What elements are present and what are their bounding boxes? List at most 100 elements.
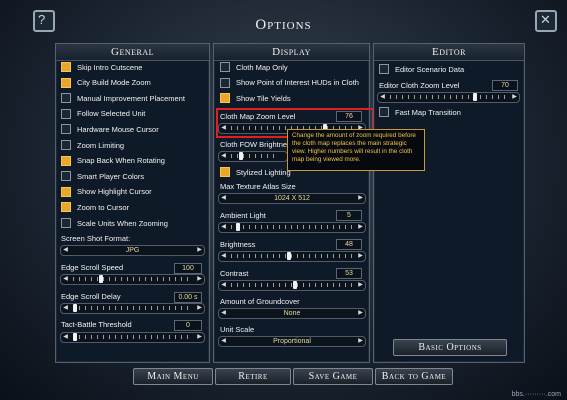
checkbox-label: Snap Back When Rotating: [77, 156, 165, 166]
arrow-right-icon[interactable]: ▶: [195, 333, 204, 342]
max-texture-value: 1024 X 512: [274, 195, 310, 202]
stylized-lighting-checkbox[interactable]: Stylized Lighting: [220, 166, 291, 178]
edge-scroll-speed-label: Edge Scroll Speed: [61, 263, 124, 272]
checkbox[interactable]: [61, 124, 71, 135]
contrast-slider[interactable]: ◀ ▶: [218, 280, 366, 291]
checkbox-label: Stylized Lighting: [236, 167, 291, 177]
checkbox-label: Scale Units When Zooming: [77, 218, 168, 228]
editor-header: Editor: [374, 44, 524, 61]
screenshot-format-select[interactable]: ◀ JPG ▶: [60, 245, 205, 256]
slider-thumb[interactable]: [73, 333, 77, 341]
fast-map-transition-checkbox[interactable]: Fast Map Transition: [379, 106, 461, 118]
general-checkbox-2[interactable]: Manual Improvement Placement: [61, 92, 185, 104]
display-checkbox-2[interactable]: Show Tile Yields: [220, 92, 291, 104]
checkbox[interactable]: [61, 171, 71, 182]
contrast-label: Contrast: [220, 269, 249, 278]
tact-battle-threshold-slider[interactable]: ◀ ▶: [60, 332, 205, 343]
groundcover-select[interactable]: ◀ None ▶: [218, 308, 366, 319]
general-checkbox-10[interactable]: Scale Units When Zooming: [61, 217, 168, 229]
checkbox[interactable]: [220, 62, 230, 72]
general-checkbox-9[interactable]: Zoom to Cursor: [61, 201, 129, 213]
arrow-right-icon[interactable]: ▶: [356, 194, 365, 203]
arrow-left-icon[interactable]: ◀: [219, 337, 228, 346]
slider-thumb[interactable]: [293, 281, 297, 289]
arrow-left-icon[interactable]: ◀: [219, 152, 228, 161]
retire-button[interactable]: Retire: [215, 368, 291, 385]
checkbox-label: Zoom Limiting: [77, 140, 125, 150]
checkbox[interactable]: [220, 77, 230, 88]
tact-battle-threshold-value: 0: [174, 320, 202, 331]
checkbox[interactable]: [220, 167, 230, 177]
checkbox[interactable]: [61, 93, 71, 104]
checkbox[interactable]: [61, 218, 71, 228]
groundcover-value: None: [283, 310, 301, 317]
edge-scroll-delay-value: 0.00 s: [174, 292, 202, 303]
checkbox[interactable]: [61, 202, 71, 213]
arrow-left-icon[interactable]: ◀: [219, 223, 228, 232]
back-to-game-button[interactable]: Back to Game: [375, 368, 453, 385]
checkbox[interactable]: [61, 62, 71, 72]
arrow-right-icon[interactable]: ▶: [195, 246, 204, 255]
arrow-right-icon[interactable]: ▶: [356, 252, 365, 261]
arrow-left-icon[interactable]: ◀: [219, 309, 228, 318]
checkbox[interactable]: [379, 64, 389, 74]
arrow-left-icon[interactable]: ◀: [61, 246, 70, 255]
general-checkbox-3[interactable]: Follow Selected Unit: [61, 108, 145, 120]
arrow-right-icon[interactable]: ▶: [356, 281, 365, 290]
arrow-right-icon[interactable]: ▶: [356, 337, 365, 346]
slider-thumb[interactable]: [99, 275, 103, 283]
arrow-left-icon[interactable]: ◀: [61, 304, 70, 313]
arrow-right-icon[interactable]: ▶: [195, 275, 204, 284]
slider-thumb[interactable]: [239, 152, 243, 160]
arrow-right-icon[interactable]: ▶: [356, 309, 365, 318]
max-texture-select[interactable]: ◀ 1024 X 512 ▶: [218, 193, 366, 204]
slider-thumb[interactable]: [236, 223, 240, 231]
slider-thumb[interactable]: [473, 93, 477, 101]
editor-scenario-data-checkbox[interactable]: Editor Scenario Data: [379, 63, 464, 75]
slider-thumb[interactable]: [287, 252, 291, 260]
brightness-slider[interactable]: ◀ ▶: [218, 251, 366, 262]
arrow-left-icon[interactable]: ◀: [61, 275, 70, 284]
save-game-button[interactable]: Save Game: [293, 368, 373, 385]
cloth-fow-slider[interactable]: ◀: [218, 151, 288, 162]
editor-cloth-zoom-slider[interactable]: ◀ ▶: [377, 92, 520, 103]
general-checkbox-7[interactable]: Smart Player Colors: [61, 170, 144, 182]
arrow-left-icon[interactable]: ◀: [378, 93, 387, 102]
general-checkbox-4[interactable]: Hardware Mouse Cursor: [61, 123, 159, 135]
checkbox[interactable]: [61, 155, 71, 166]
checkbox[interactable]: [61, 108, 71, 119]
general-checkbox-1[interactable]: City Build Mode Zoom: [61, 77, 151, 89]
general-checkbox-8[interactable]: Show Highlight Cursor: [61, 186, 152, 198]
checkbox[interactable]: [61, 77, 71, 88]
edge-scroll-delay-slider[interactable]: ◀ ▶: [60, 303, 205, 314]
arrow-left-icon[interactable]: ◀: [219, 194, 228, 203]
arrow-right-icon[interactable]: ▶: [510, 93, 519, 102]
arrow-right-icon[interactable]: ▶: [195, 304, 204, 313]
slider-thumb[interactable]: [73, 304, 77, 312]
brightness-value: 48: [336, 239, 362, 250]
general-checkbox-5[interactable]: Zoom Limiting: [61, 139, 124, 151]
arrow-left-icon[interactable]: ◀: [61, 333, 70, 342]
checkbox[interactable]: [379, 107, 389, 117]
contrast-value: 53: [336, 268, 362, 279]
general-checkbox-0[interactable]: Skip Intro Cutscene: [61, 61, 142, 73]
edge-scroll-speed-slider[interactable]: ◀ ▶: [60, 274, 205, 285]
unit-scale-select[interactable]: ◀ Proportional ▶: [218, 336, 366, 347]
main-menu-button[interactable]: Main Menu: [133, 368, 213, 385]
display-header: Display: [214, 44, 369, 61]
display-checkbox-0[interactable]: Cloth Map Only: [220, 61, 288, 73]
watermark: bbs.·········.com: [511, 391, 561, 398]
checkbox[interactable]: [61, 140, 71, 150]
arrow-left-icon[interactable]: ◀: [219, 281, 228, 290]
editor-panel: Editor: [373, 43, 525, 363]
general-header: General: [56, 44, 209, 61]
checkbox[interactable]: [220, 93, 230, 104]
display-checkbox-1[interactable]: Show Point of Interest HUDs in Cloth: [220, 77, 359, 89]
checkbox[interactable]: [61, 186, 71, 197]
page-title: Options: [255, 17, 312, 33]
arrow-right-icon[interactable]: ▶: [356, 223, 365, 232]
general-checkbox-6[interactable]: Snap Back When Rotating: [61, 155, 165, 167]
arrow-left-icon[interactable]: ◀: [219, 252, 228, 261]
ambient-light-slider[interactable]: ◀ ▶: [218, 222, 366, 233]
basic-options-button[interactable]: Basic Options: [393, 339, 507, 356]
